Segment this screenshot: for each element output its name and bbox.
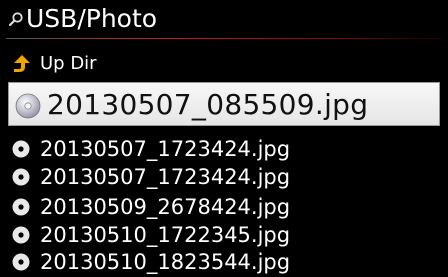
list-item[interactable]: 20130507_1723424.jpg	[0, 134, 448, 164]
up-dir-item[interactable]: Up Dir	[0, 46, 448, 82]
file-name: 20130509_2678424.jpg	[40, 195, 291, 219]
disc-icon	[15, 93, 41, 119]
disc-icon	[12, 198, 30, 216]
title-bar: USB/Photo	[0, 0, 448, 40]
header-divider	[6, 38, 442, 39]
up-dir-label: Up Dir	[40, 53, 97, 74]
list-item[interactable]: 20130510_1722345.jpg	[0, 220, 448, 250]
list-item[interactable]: 20130510_1823544.jpg	[0, 247, 448, 277]
file-name: 20130507_1723424.jpg	[40, 165, 291, 189]
up-arrow-icon	[14, 55, 30, 72]
disc-icon	[12, 140, 30, 158]
disc-icon	[12, 168, 30, 186]
selected-file-item[interactable]: 20130507_085509.jpg	[8, 82, 440, 126]
selected-file-name: 20130507_085509.jpg	[47, 88, 369, 121]
page-title: USB/Photo	[26, 4, 158, 33]
search-icon	[8, 12, 23, 27]
list-item[interactable]: 20130507_1723424.jpg	[0, 162, 448, 192]
list-item[interactable]: 20130509_2678424.jpg	[0, 192, 448, 222]
file-name: 20130510_1823544.jpg	[40, 250, 291, 274]
disc-icon	[12, 253, 30, 271]
file-name: 20130507_1723424.jpg	[40, 137, 291, 161]
file-name: 20130510_1722345.jpg	[40, 223, 291, 247]
disc-icon	[12, 226, 30, 244]
